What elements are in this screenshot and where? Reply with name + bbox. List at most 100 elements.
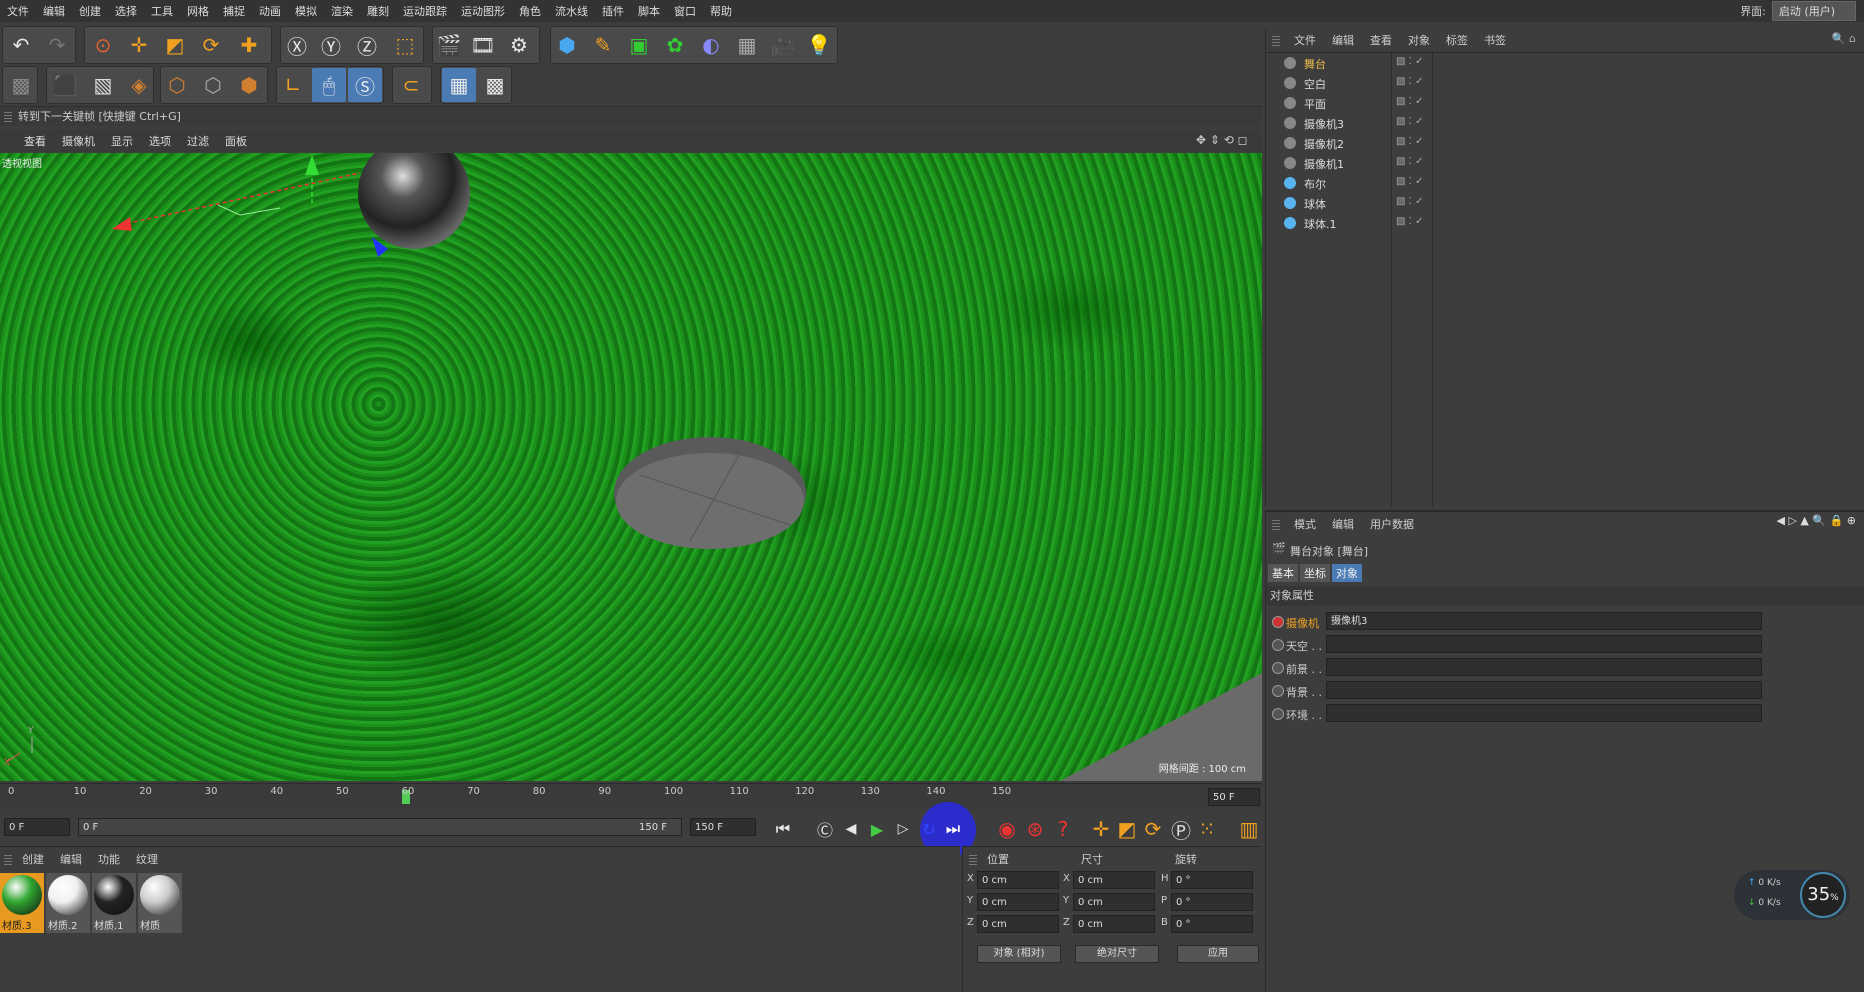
viewport-menu-item[interactable]: 过滤 bbox=[179, 133, 217, 149]
render-settings-icon[interactable]: ⚙ bbox=[502, 28, 536, 62]
menu-item[interactable]: 文件 bbox=[0, 3, 36, 19]
coord-rot-field[interactable]: 0 ° bbox=[1171, 871, 1253, 889]
render-view-icon[interactable]: 🎬 bbox=[432, 28, 466, 62]
object-row[interactable]: 球体.1 ▧ ⁚ ✓ bbox=[1266, 214, 1864, 234]
param-link-field[interactable] bbox=[1326, 635, 1762, 653]
object-row[interactable]: 摄像机1 ▧ ⁚ ✓ bbox=[1266, 154, 1864, 174]
material-menu-item[interactable]: 功能 bbox=[90, 851, 128, 867]
sculpt-icon[interactable]: ▩ bbox=[4, 68, 38, 102]
menu-item[interactable]: 模拟 bbox=[288, 3, 324, 19]
rotate-icon[interactable]: ⟳ bbox=[194, 28, 228, 62]
param-radio[interactable] bbox=[1272, 616, 1284, 628]
param-radio[interactable] bbox=[1272, 639, 1284, 651]
object-menu-item[interactable]: 标签 bbox=[1438, 32, 1476, 48]
coord-pos-field[interactable]: 0 cm bbox=[977, 871, 1059, 889]
object-name[interactable]: 摄像机3 bbox=[1304, 116, 1344, 132]
material-swatch[interactable]: 材质 bbox=[138, 873, 182, 933]
attr-menu-item[interactable]: 用户数据 bbox=[1362, 516, 1422, 532]
attr-tab[interactable]: 基本 bbox=[1268, 564, 1298, 582]
menu-item[interactable]: 创建 bbox=[72, 3, 108, 19]
texture-mode-icon[interactable]: ▧ bbox=[86, 68, 120, 102]
layout-dropdown[interactable]: 启动 (用户) bbox=[1771, 1, 1856, 21]
coord-rot-field[interactable]: 0 ° bbox=[1171, 893, 1253, 911]
coord-rot-field[interactable]: 0 ° bbox=[1171, 915, 1253, 933]
object-search-icon[interactable]: 🔍 ⌂ bbox=[1832, 32, 1856, 45]
coord-size-field[interactable]: 0 cm bbox=[1073, 893, 1155, 911]
floor-icon[interactable]: ▦ bbox=[730, 28, 764, 62]
transform-icon[interactable]: ✚ bbox=[232, 28, 266, 62]
menu-item[interactable]: 流水线 bbox=[548, 3, 595, 19]
visibility-dots[interactable]: ▧ ⁚ ✓ bbox=[1396, 96, 1423, 107]
camera-icon[interactable]: 🎥 bbox=[766, 28, 800, 62]
coordinate-system-icon[interactable]: ⬚ bbox=[388, 28, 422, 62]
workplane-lock-icon[interactable]: ▦ bbox=[442, 68, 476, 102]
object-row[interactable]: 空白 ▧ ⁚ ✓ bbox=[1266, 74, 1864, 94]
menu-item[interactable]: 编辑 bbox=[36, 3, 72, 19]
material-swatch[interactable]: 材质.2 bbox=[46, 873, 90, 933]
menu-item[interactable]: 运动跟踪 bbox=[396, 3, 454, 19]
perspective-viewport[interactable]: 透视视图 Y X 网格间距 : 100 cm bbox=[0, 153, 1262, 781]
material-swatch[interactable]: 材质.3 bbox=[0, 873, 44, 933]
object-row[interactable]: 平面 ▧ ⁚ ✓ bbox=[1266, 94, 1864, 114]
object-name[interactable]: 摄像机1 bbox=[1304, 156, 1344, 172]
edges-mode-icon[interactable]: ⬡ bbox=[196, 68, 230, 102]
apply-button[interactable]: 应用 bbox=[1177, 945, 1259, 963]
tweak-icon[interactable]: 🖱 bbox=[312, 68, 346, 102]
object-row[interactable]: 舞台 ▧ ⁚ ✓ bbox=[1266, 54, 1864, 74]
grid-snap-icon[interactable]: ▩ bbox=[478, 68, 512, 102]
current-frame-field[interactable]: 50 F bbox=[1208, 788, 1260, 806]
coord-pos-field[interactable]: 0 cm bbox=[977, 915, 1059, 933]
attr-menu-item[interactable]: 模式 bbox=[1286, 516, 1324, 532]
start-frame-field[interactable]: 0 F bbox=[4, 818, 70, 836]
menu-item[interactable]: 渲染 bbox=[324, 3, 360, 19]
object-name[interactable]: 球体 bbox=[1304, 196, 1326, 212]
material-swatch[interactable]: 材质.1 bbox=[92, 873, 136, 933]
viewport-menu-item[interactable]: 摄像机 bbox=[54, 133, 103, 149]
keyframe-help-icon[interactable]: ? bbox=[1046, 812, 1080, 846]
param-link-field[interactable] bbox=[1326, 658, 1762, 676]
menu-item[interactable]: 运动图形 bbox=[454, 3, 512, 19]
object-name[interactable]: 平面 bbox=[1304, 96, 1326, 112]
menu-item[interactable]: 动画 bbox=[252, 3, 288, 19]
viewport-menu-item[interactable]: 面板 bbox=[217, 133, 255, 149]
coord-size-field[interactable]: 0 cm bbox=[1073, 915, 1155, 933]
material-menu-item[interactable]: 纹理 bbox=[128, 851, 166, 867]
menu-item[interactable]: 捕捉 bbox=[216, 3, 252, 19]
move-icon[interactable]: ✛ bbox=[122, 28, 156, 62]
menu-item[interactable]: 网格 bbox=[180, 3, 216, 19]
menu-item[interactable]: 脚本 bbox=[631, 3, 667, 19]
viewport-menu-item[interactable]: 查看 bbox=[16, 133, 54, 149]
size-mode-dropdown[interactable]: 绝对尺寸 bbox=[1075, 945, 1159, 963]
model-mode-icon[interactable]: ⬛ bbox=[48, 68, 82, 102]
object-row[interactable]: 摄像机3 ▧ ⁚ ✓ bbox=[1266, 114, 1864, 134]
workplane-icon[interactable]: ◈ bbox=[122, 68, 156, 102]
menu-item[interactable]: 角色 bbox=[512, 3, 548, 19]
material-menu-item[interactable]: 创建 bbox=[14, 851, 52, 867]
frame-range-slider[interactable]: 0 F 150 F bbox=[78, 818, 682, 836]
attr-menu-item[interactable]: 编辑 bbox=[1324, 516, 1362, 532]
coord-mode-dropdown[interactable]: 对象 (相对) bbox=[977, 945, 1061, 963]
object-name[interactable]: 球体.1 bbox=[1304, 216, 1337, 232]
attr-tab[interactable]: 对象 bbox=[1332, 564, 1362, 582]
visibility-dots[interactable]: ▧ ⁚ ✓ bbox=[1396, 176, 1423, 187]
timeline-window-icon[interactable]: ▥ bbox=[1232, 812, 1266, 846]
object-name[interactable]: 布尔 bbox=[1304, 176, 1326, 192]
polygons-mode-icon[interactable]: ⬢ bbox=[232, 68, 266, 102]
viewport-menu-item[interactable]: 选项 bbox=[141, 133, 179, 149]
object-row[interactable]: 布尔 ▧ ⁚ ✓ bbox=[1266, 174, 1864, 194]
menu-item[interactable]: 工具 bbox=[144, 3, 180, 19]
object-row[interactable]: 摄像机2 ▧ ⁚ ✓ bbox=[1266, 134, 1864, 154]
menu-item[interactable]: 选择 bbox=[108, 3, 144, 19]
points-mode-icon[interactable]: ⬡ bbox=[160, 68, 194, 102]
cube-icon[interactable]: ⬢ bbox=[550, 28, 584, 62]
menu-item[interactable]: 雕刻 bbox=[360, 3, 396, 19]
param-link-field[interactable]: 摄像机3 bbox=[1326, 612, 1762, 630]
scale-icon[interactable]: ◩ bbox=[158, 28, 192, 62]
cloner-icon[interactable]: ✿ bbox=[658, 28, 692, 62]
viewport-nav-icons[interactable]: ✥ ⇕ ⟲ ◻ bbox=[1196, 133, 1248, 147]
object-menu-item[interactable]: 对象 bbox=[1400, 32, 1438, 48]
coord-size-field[interactable]: 0 cm bbox=[1073, 871, 1155, 889]
select-icon[interactable]: ⊙ bbox=[86, 28, 120, 62]
object-menu-item[interactable]: 文件 bbox=[1286, 32, 1324, 48]
viewport-menu-item[interactable]: 显示 bbox=[103, 133, 141, 149]
